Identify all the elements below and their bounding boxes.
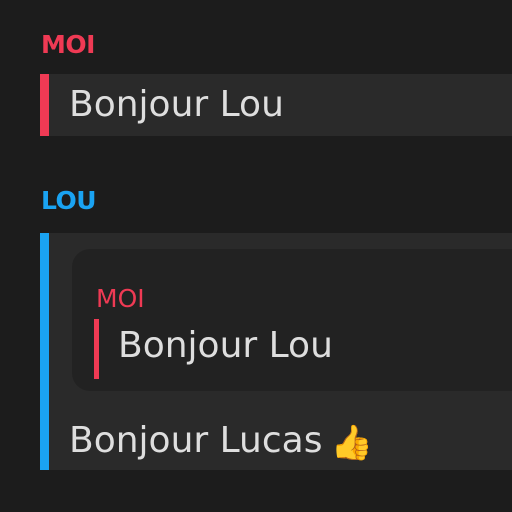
message-text: Bonjour Lou	[69, 84, 284, 125]
chat-thread: MOI Bonjour Lou LOU MOI Bonjour Lou Bonj…	[0, 0, 512, 512]
quoted-message[interactable]: MOI Bonjour Lou	[72, 249, 512, 391]
message-bubble-1[interactable]: Bonjour Lou	[40, 74, 512, 136]
message-sender-moi: MOI	[41, 30, 95, 59]
message-accent-bar	[40, 74, 49, 136]
thumbs-up-icon: 👍	[330, 423, 373, 463]
message-text: Bonjour Lucas 👍	[69, 420, 373, 461]
quoted-message-sender: MOI	[96, 284, 145, 313]
message-text-label: Bonjour Lucas	[69, 420, 323, 461]
message-accent-bar	[40, 233, 49, 470]
quoted-message-text: Bonjour Lou	[118, 325, 333, 366]
message-sender-lou: LOU	[41, 186, 97, 215]
quoted-message-accent-bar	[94, 319, 99, 379]
message-bubble-2[interactable]: MOI Bonjour Lou Bonjour Lucas 👍	[40, 233, 512, 470]
